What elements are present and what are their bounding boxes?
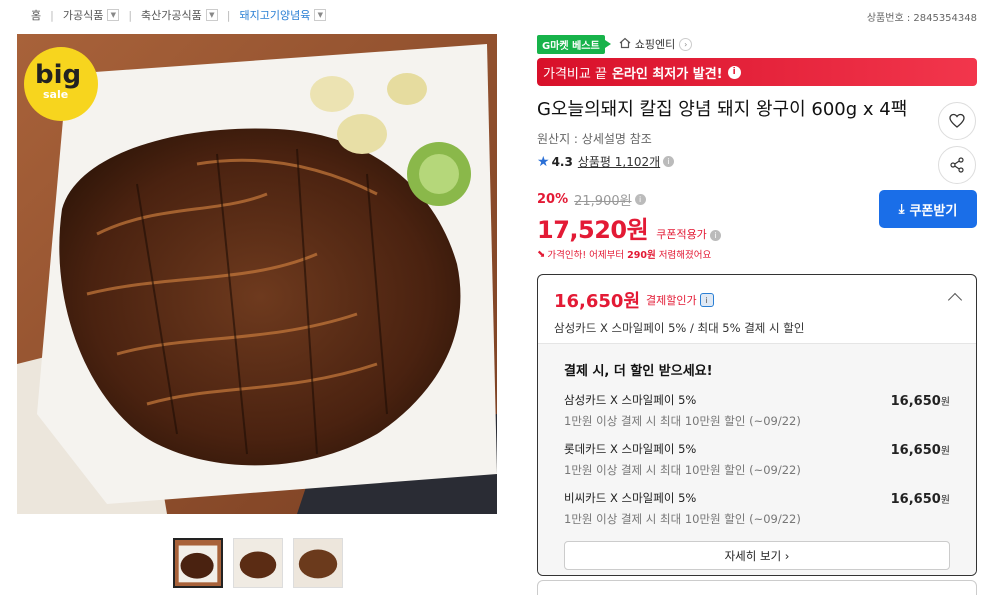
drop-amount: 290원 bbox=[627, 250, 656, 261]
card-offer-condition: 1만원 이상 결제 시 최대 10만원 할인 (~09/22) bbox=[564, 414, 801, 428]
star-icon: ★ bbox=[537, 153, 550, 170]
payment-discount-label: 결제할인가 bbox=[646, 294, 697, 307]
original-price: 21,900원 bbox=[574, 194, 632, 209]
coupon-price-note: 쿠폰적용가 bbox=[656, 228, 707, 241]
thumbnail-2[interactable] bbox=[233, 538, 283, 588]
sale-price: 17,520원 bbox=[537, 216, 649, 244]
big-sale-logo-sub: sale bbox=[43, 88, 69, 101]
download-icon: ⤓ bbox=[898, 201, 905, 217]
heart-icon bbox=[949, 113, 965, 128]
seller-row: G마켓 베스트 쇼핑엔티 › bbox=[537, 34, 977, 54]
share-button[interactable] bbox=[938, 146, 976, 184]
info-icon[interactable]: i bbox=[634, 194, 646, 205]
discount-percent: 20% bbox=[537, 192, 569, 207]
card-offer-price: 16,650원 bbox=[891, 393, 950, 409]
product-info-panel: G마켓 베스트 쇼핑엔티 › 가격비교 끝 온라인 최저가 발견! i G오늘의… bbox=[537, 34, 977, 576]
shop-link[interactable]: 쇼핑엔티 › bbox=[619, 36, 693, 52]
down-arrow-icon: ⬊ bbox=[537, 248, 546, 260]
breadcrumb: 홈 | 가공식품 ▼ | 축산가공식품 ▼ | 돼지고기양념육 ▼ 상품번호 :… bbox=[0, 0, 991, 30]
breadcrumb-item-current[interactable]: 돼지고기양념육 ▼ bbox=[240, 7, 327, 23]
rating-row: ★ 4.3 상품평 1,102개 i bbox=[537, 153, 977, 170]
info-icon[interactable]: i bbox=[709, 230, 721, 241]
product-title: G오늘의돼지 칼집 양념 돼지 왕구이 600g x 4팩 bbox=[537, 99, 908, 120]
payment-discount-header[interactable]: 16,650원 결제할인가 i 삼성카드 X 스마일페이 5% / 최대 5% … bbox=[538, 275, 976, 343]
chevron-down-icon[interactable]: ▼ bbox=[314, 9, 327, 21]
banner-prefix: 가격비교 끝 bbox=[543, 66, 607, 82]
thumbnail-1[interactable] bbox=[173, 538, 223, 588]
card-offer-price: 16,650원 bbox=[891, 442, 950, 458]
breadcrumb-separator: | bbox=[50, 8, 54, 22]
payment-discount-price: 16,650원 bbox=[554, 291, 641, 312]
chevron-down-icon[interactable]: ▼ bbox=[205, 9, 218, 21]
info-icon[interactable]: i bbox=[727, 65, 741, 79]
product-origin: 원산지 : 상세설명 참조 bbox=[537, 132, 652, 146]
wishlist-button[interactable] bbox=[938, 102, 976, 140]
thumbnail-3[interactable] bbox=[293, 538, 343, 588]
card-offer-amount: 16,650 bbox=[890, 394, 941, 409]
payment-discount-summary: 삼성카드 X 스마일페이 5% / 최대 5% 결제 시 할인 bbox=[554, 321, 805, 335]
breadcrumb-separator: | bbox=[226, 8, 231, 22]
breadcrumb-item-category[interactable]: 가공식품 ▼ bbox=[62, 7, 120, 23]
review-link[interactable]: 상품평 1,102개 bbox=[578, 153, 660, 170]
card-offer-amount: 16,650 bbox=[890, 443, 941, 458]
thumbnail-image bbox=[234, 539, 282, 587]
card-offer: 삼성카드 X 스마일페이 5% 1만원 이상 결제 시 최대 10만원 할인 (… bbox=[564, 392, 950, 429]
card-offer: 비씨카드 X 스마일페이 5% 1만원 이상 결제 시 최대 10만원 할인 (… bbox=[564, 490, 950, 527]
get-coupon-button[interactable]: ⤓ 쿠폰받기 bbox=[879, 190, 977, 228]
payment-discount-panel: 16,650원 결제할인가 i 삼성카드 X 스마일페이 5% / 최대 5% … bbox=[537, 274, 977, 576]
breadcrumb-label: 축산가공식품 bbox=[141, 9, 202, 22]
big-sale-logo: big bbox=[35, 60, 82, 90]
banner-highlight: 온라인 최저가 발견! bbox=[611, 66, 723, 82]
detail-heading: 결제 시, 더 할인 받으세요! bbox=[564, 364, 713, 379]
thumbnail-image bbox=[294, 539, 342, 587]
next-section-box bbox=[537, 580, 977, 595]
product-id: 상품번호 : 2845354348 bbox=[866, 13, 977, 24]
card-offer-price: 16,650원 bbox=[891, 491, 950, 507]
currency-unit: 원 bbox=[940, 446, 950, 457]
breadcrumb-item-subcategory[interactable]: 축산가공식품 ▼ bbox=[141, 7, 218, 23]
rating-score: 4.3 bbox=[551, 154, 573, 169]
lowest-price-banner[interactable]: 가격비교 끝 온라인 최저가 발견! i bbox=[537, 58, 977, 86]
card-offer-condition: 1만원 이상 결제 시 최대 10만원 할인 (~09/22) bbox=[564, 512, 801, 526]
thumbnail-strip bbox=[173, 538, 343, 588]
info-icon[interactable]: i bbox=[699, 293, 714, 307]
gmarket-best-badge[interactable]: G마켓 베스트 bbox=[537, 34, 611, 54]
card-offer-amount: 16,650 bbox=[890, 492, 941, 507]
home-icon bbox=[619, 37, 631, 52]
view-details-button[interactable]: 자세히 보기 › bbox=[564, 541, 950, 570]
food-photo bbox=[17, 34, 497, 514]
card-offer: 롯데카드 X 스마일페이 5% 1만원 이상 결제 시 최대 10만원 할인 (… bbox=[564, 441, 950, 478]
price-drop-note: ⬊ 가격인하! 어제부터 290원 저렴해졌어요 bbox=[537, 247, 977, 262]
breadcrumb-separator: | bbox=[128, 8, 133, 22]
payment-discount-detail: 결제 시, 더 할인 받으세요! 삼성카드 X 스마일페이 5% 1만원 이상 … bbox=[538, 343, 976, 575]
drop-note-text: 저렴해졌어요 bbox=[658, 250, 712, 261]
price-block: 20% 21,900원 i 17,520원 쿠폰적용가 i ⬊ 가격인하! 어제… bbox=[537, 190, 977, 261]
currency-unit: 원 bbox=[940, 495, 950, 506]
drop-note-text: 가격인하! 어제부터 bbox=[547, 250, 625, 261]
card-offer-condition: 1만원 이상 결제 시 최대 10만원 할인 (~09/22) bbox=[564, 463, 801, 477]
share-icon bbox=[950, 157, 964, 173]
chevron-right-icon: › bbox=[679, 37, 693, 51]
shop-name: 쇼핑엔티 bbox=[634, 38, 676, 51]
product-main-image[interactable]: big sale bbox=[17, 34, 497, 514]
coupon-button-label: 쿠폰받기 bbox=[909, 203, 958, 219]
thumbnail-image bbox=[175, 540, 221, 586]
info-icon[interactable]: i bbox=[663, 156, 675, 167]
chevron-down-icon[interactable]: ▼ bbox=[107, 9, 120, 21]
currency-unit: 원 bbox=[940, 397, 950, 408]
breadcrumb-label: 가공식품 bbox=[62, 9, 104, 22]
breadcrumb-home[interactable]: 홈 bbox=[31, 7, 41, 23]
breadcrumb-label: 돼지고기양념육 bbox=[239, 9, 311, 22]
